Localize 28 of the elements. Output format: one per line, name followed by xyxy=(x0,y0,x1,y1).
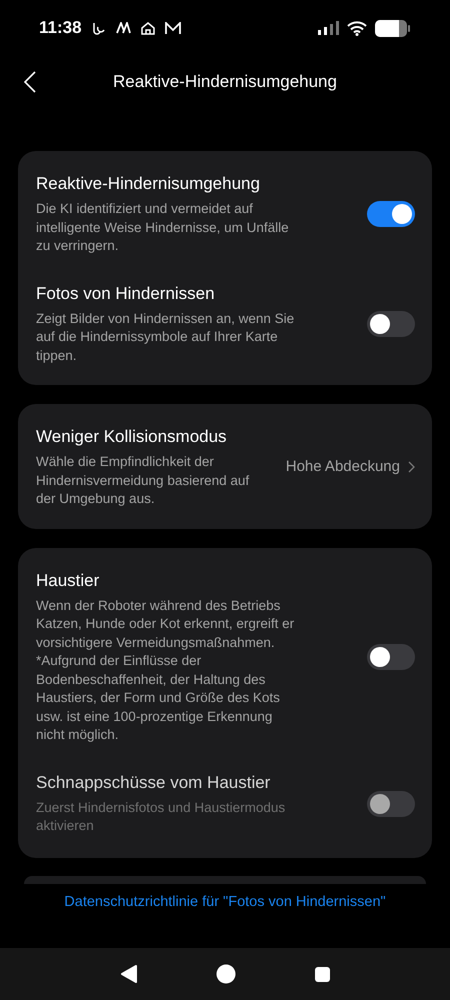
nav-back-button[interactable] xyxy=(120,965,138,983)
setting-title: Reaktive-Hindernisumgehung xyxy=(36,173,261,195)
setting-description: Wähle die Empfindlichkeit der Hindernisvermeidung basierend auf der Umgebung aus. xyxy=(36,453,250,508)
setting-title: Weniger Kollisionsmodus xyxy=(36,426,228,448)
home-icon xyxy=(140,21,155,35)
toggle-switch[interactable] xyxy=(367,644,415,670)
setting-title: Schnappschüsse vom Haustier xyxy=(36,772,272,794)
page-title: Reaktive-Hindernisumgehung xyxy=(113,71,337,94)
nav-recents-button[interactable] xyxy=(314,966,330,982)
value-selector[interactable]: Hohe Abdeckung xyxy=(286,456,415,478)
setting-description: Die KI identifiziert und vermeidet auf intelligente Weise Hindernisse, um Unfälle zu verringern. xyxy=(36,200,290,255)
notification-icon xyxy=(116,22,131,34)
setting-title: Haustier xyxy=(36,570,100,592)
wifi-icon xyxy=(347,20,367,36)
setting-description: Wenn der Roboter während des Betriebs Katzen, Hunde oder Kot erkennt, ergreift er vorsichtigere Vermeidungsmaßnahmen. *Aufgrund der Einflüsse der Bodenbeschaffenheit, der Haltung des Haustiers, der Form und Größe des Kots usw. ist eine 100-prozentige Erkennung nicht möglich. xyxy=(36,596,296,744)
nav-home-button[interactable] xyxy=(216,964,236,984)
setting-description: Zeigt Bilder von Hindernissen an, wenn Sie auf die Hindernissymbole auf Ihrer Karte tippen. xyxy=(36,310,296,365)
toggle-switch[interactable] xyxy=(367,201,415,228)
notification-icon xyxy=(92,21,106,35)
chevron-right-icon xyxy=(408,461,415,474)
notification-icon xyxy=(164,22,181,34)
battery-icon xyxy=(375,20,410,36)
status-time: 11:38 xyxy=(39,17,82,40)
toggle-switch[interactable] xyxy=(367,310,415,337)
privacy-link[interactable]: Datenschutzrichtlinie für "Fotos von Hindernissen" xyxy=(64,892,386,914)
signal-icon xyxy=(318,21,339,35)
setting-description: Zuerst Hindernisfotos und Haustiermodus aktivieren xyxy=(36,798,286,835)
setting-title: Fotos von Hindernissen xyxy=(36,282,216,304)
